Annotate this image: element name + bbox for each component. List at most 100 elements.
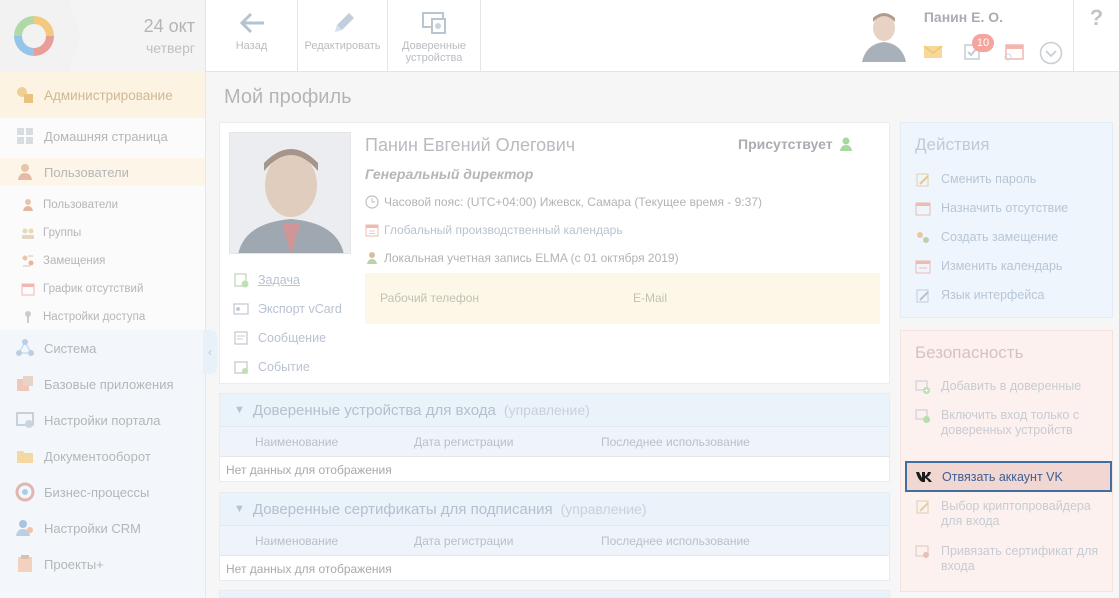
action-label: Включить вход только с доверенных устройс… [941,408,1080,437]
projects-icon [18,555,32,572]
trusted-devices-button[interactable]: Доверенные устройства [388,0,481,72]
trusted-certs-title: Доверенные сертификаты для подписания [252,500,553,518]
profile-photo [229,132,351,254]
arrow-left-icon [239,12,264,34]
edit-button[interactable]: Редактировать [298,0,388,72]
column-header[interactable]: Дата регистрации [414,534,513,548]
sidebar-item-business-processes[interactable]: Бизнес-процессы [0,478,205,506]
back-button[interactable]: Назад [206,0,298,72]
sidebar-item-label: Домашняя страница [44,128,168,144]
sidebar-item-label: Настройки CRM [44,520,141,536]
trusted-login-icon [915,409,930,423]
profile-photo-image [230,133,350,253]
devices-icon [422,12,446,34]
app-logo[interactable] [0,0,70,72]
sidebar-item-groups[interactable]: Группы [0,222,205,244]
action-label: Выбор криптопровайдера для входа [941,499,1091,528]
sidebar-item-base-apps[interactable]: Базовые приложения [0,370,205,398]
trusted-certs-panel: ▼ Доверенные сертификаты для подписания … [219,492,890,581]
sidebar-item-access-settings[interactable]: Настройки доступа [0,306,205,328]
change-password-icon [916,173,929,187]
unlink-vk-label: Отвязать аккаунт VK [942,469,1063,484]
action-label: Сменить пароль [941,172,1037,186]
sidebar-item-home[interactable]: Домашняя страница [0,122,205,150]
actions-title: Действия [915,135,990,154]
sidebar-collapse-button[interactable]: ‹ [203,330,217,374]
action-label: Привязать сертификат для входа [941,544,1099,573]
next-panel-edge [219,590,890,598]
sidebar-item-system[interactable]: Система [0,334,205,362]
process-icon [15,482,35,502]
column-header[interactable]: Дата регистрации [414,435,513,449]
message-label: Сообщение [258,331,327,345]
sidebar-item-substitutions[interactable]: Замещения [0,250,205,272]
help-button[interactable]: ? [1073,0,1119,72]
calendar-icon [915,202,931,216]
action-label: Назначить отсутствие [941,201,1069,215]
empty-table-message: Нет данных для отображения [220,555,889,581]
column-header[interactable]: Наименование [255,534,338,548]
vcard-label: Экспорт vCard [258,302,342,316]
key-icon [25,311,31,323]
message-link[interactable]: Сообщение [233,330,326,346]
chevron-down-icon: ▼ [234,404,245,416]
clock-icon [365,195,379,209]
action-label: Добавить в доверенные [941,379,1082,393]
local-account-icon [367,252,377,264]
action-label: Создать замещение [941,230,1059,244]
column-header[interactable]: Наименование [255,435,338,449]
crypto-provider-action[interactable]: Выбор криптопровайдера для входа [915,499,1091,529]
profile-position: Генеральный директор [365,166,534,182]
trusted-devices-label: Доверенные устройства [402,40,466,64]
trusted-devices-manage-link[interactable]: (управление) [504,402,590,418]
create-substitution-action[interactable]: Создать замещение [915,230,1058,246]
sidebar-item-projects[interactable]: Проекты+ [0,550,205,578]
trusted-certs-header[interactable]: ▼ Доверенные сертификаты для подписания … [220,493,889,525]
sidebar-item-label: Настройки доступа [43,311,146,323]
user-icon [23,199,33,211]
trusted-certs-table-header: Наименование Дата регистрации Последнее … [220,525,889,555]
avatar[interactable] [860,8,908,62]
set-absence-action[interactable]: Назначить отсутствие [915,201,1068,217]
sidebar-item-label: Пользователи [43,199,119,211]
event-link[interactable]: Событие [233,359,310,375]
column-header[interactable]: Последнее использование [601,435,750,449]
add-to-trusted-action[interactable]: Добавить в доверенные [915,379,1081,395]
sidebar-item-users[interactable]: Пользователи [0,158,205,186]
trusted-only-login-action[interactable]: Включить вход только с доверенных устройс… [915,408,1079,438]
profile-full-name: Панин Евгений Олегович [365,135,576,155]
security-title: Безопасность [915,343,1024,362]
sidebar-item-crm-settings[interactable]: Настройки CRM [0,514,205,542]
user-name[interactable]: Панин Е. О. [924,9,1003,25]
sidebar-item-portal-settings[interactable]: Настройки портала [0,406,205,434]
change-password-action[interactable]: Сменить пароль [915,172,1036,188]
bind-certificate-action[interactable]: Привязать сертификат для входа [915,544,1098,574]
language-icon [916,289,929,303]
export-vcard-link[interactable]: Экспорт vCard [233,301,342,317]
mail-icon[interactable] [923,44,943,60]
interface-language-action[interactable]: Язык интерфейса [915,288,1044,304]
timezone-text: Часовой пояс: (UTC+04:00) Ижевск, Самара… [384,195,762,209]
notification-badge[interactable]: 10 [972,34,994,52]
sidebar-item-administration[interactable]: Администрирование [0,72,205,118]
contact-info-box: Рабочий телефон E-Mail [365,273,880,324]
calendar-link[interactable]: Глобальный производственный календарь [384,223,623,237]
pencil-icon [334,13,354,32]
trusted-devices-panel: ▼ Доверенные устройства для входа (управ… [219,393,890,482]
calendar-icon [365,224,379,237]
unlink-vk-account-button[interactable]: Отвязать аккаунт VK [905,461,1112,492]
add-device-icon [915,380,930,394]
task-link[interactable]: Задача [233,272,300,288]
trusted-certs-manage-link[interactable]: (управление) [561,501,647,517]
sidebar-item-absence-schedule[interactable]: График отсутствий [0,278,205,300]
sidebar-item-document-flow[interactable]: Документооборот [0,442,205,470]
sidebar-item-users-sub[interactable]: Пользователи [0,194,205,216]
trusted-devices-header[interactable]: ▼ Доверенные устройства для входа (управ… [220,394,889,426]
column-header[interactable]: Последнее использование [601,534,750,548]
top-bar: 24 окт четверг Назад Редактировать Довер… [0,0,1119,72]
apps-icon [17,376,33,391]
chevron-down-icon[interactable] [1039,41,1063,65]
calendar-row[interactable]: Глобальный производственный календарь [365,223,623,237]
calendar-icon[interactable] [1003,42,1025,62]
change-calendar-action[interactable]: Изменить календарь [915,259,1062,275]
